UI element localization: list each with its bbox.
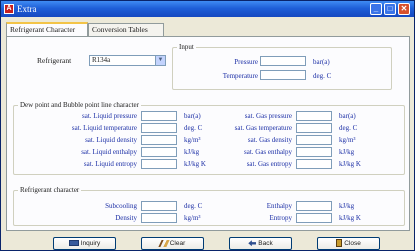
close-button-label: Close [344,240,361,247]
inquiry-button[interactable]: Inquiry [53,237,116,250]
refrigerant-value: R134a [92,56,111,64]
dew-bubble-group: Dew point and Bubble point line characte… [13,101,405,175]
tab-refrigerant-character[interactable]: Refrigerant Character [6,22,88,36]
refrigerant-label: Refrigerant [37,56,72,65]
liquid-enthalpy-unit: kJ/kg [184,148,200,156]
temperature-label: Temperature [222,72,258,80]
input-group: Input Pressure bar(a) Temperature deg. C [172,43,392,90]
liquid-enthalpy-label: sat. Liquid enthalpy [81,148,137,156]
gas-pressure-label: sat. Gas pressure [244,112,292,120]
gas-enthalpy-field[interactable] [296,147,332,157]
enthalpy-field[interactable] [296,201,332,211]
back-arrow-icon [248,240,257,247]
chevron-down-icon[interactable]: ▼ [155,56,165,65]
tab-panel: Refrigerant R134a ▼ Input Pressure bar(a… [6,36,410,231]
inquiry-icon [68,240,79,247]
temperature-input[interactable] [260,70,306,80]
broom-icon [158,239,170,247]
title-bar[interactable]: A Extra _ □ ✕ [1,1,414,17]
liquid-density-unit: kg/m³ [184,136,201,144]
liquid-pressure-unit: bar(a) [184,112,201,120]
gas-pressure-unit: bar(a) [339,112,356,120]
liquid-temperature-label: sat. Liquid temperature [71,124,137,132]
gas-density-unit: kg/m³ [339,136,356,144]
gas-temperature-label: sat. Gas temperature [234,124,292,132]
app-icon: A [4,4,14,14]
clear-button-label: Clear [169,240,186,247]
density-label: Density [115,214,137,222]
minimize-button[interactable]: _ [370,3,382,15]
inquiry-button-label: Inquiry [80,240,101,247]
subcooling-unit: deg. C [184,202,203,210]
entropy-field[interactable] [296,213,332,223]
liquid-density-label: sat. Liquid density [85,136,137,144]
liquid-enthalpy-field[interactable] [141,147,177,157]
refrigerant-character-title: Refrigerant character [18,186,82,195]
liquid-temperature-unit: deg. C [184,124,203,132]
gas-entropy-label: sat. Gas entropy [246,160,292,168]
gas-density-field[interactable] [296,135,332,145]
window-title: Extra [17,4,37,14]
liquid-entropy-label: sat. Liquid entropy [83,160,137,168]
pressure-input[interactable] [260,56,306,66]
extra-window: A Extra _ □ ✕ Refrigerant Character Conv… [0,0,415,251]
close-window-button[interactable]: ✕ [398,3,410,15]
subcooling-label: Subcooling [105,202,137,210]
gas-density-label: sat. Gas density [247,136,292,144]
subcooling-field[interactable] [141,201,177,211]
dew-bubble-group-title: Dew point and Bubble point line characte… [18,101,141,110]
input-group-title: Input [177,43,196,52]
liquid-entropy-unit: kJ/kg K [184,160,206,168]
refrigerant-character-group: Refrigerant character Subcooling deg. C … [13,186,405,226]
entropy-unit: kJ/kg K [339,214,361,222]
maximize-button[interactable]: □ [384,3,396,15]
enthalpy-unit: kJ/kg [339,202,355,210]
gas-pressure-field[interactable] [296,111,332,121]
temperature-unit: deg. C [313,72,332,80]
door-icon [336,239,343,248]
gas-temperature-field[interactable] [296,123,332,133]
liquid-entropy-field[interactable] [141,159,177,169]
close-button[interactable]: Close [317,237,380,250]
density-field[interactable] [141,213,177,223]
gas-enthalpy-label: sat. Gas enthalpy [243,148,292,156]
enthalpy-label: Enthalpy [266,202,292,210]
liquid-temperature-field[interactable] [141,123,177,133]
back-button[interactable]: Back [229,237,292,250]
tab-conversion-tables[interactable]: Conversion Tables [88,23,164,36]
back-button-label: Back [258,240,273,247]
liquid-pressure-field[interactable] [141,111,177,121]
gas-entropy-unit: kJ/kg K [339,160,361,168]
pressure-label: Pressure [234,58,258,66]
density-unit: kg/m³ [184,214,201,222]
liquid-density-field[interactable] [141,135,177,145]
refrigerant-select[interactable]: R134a ▼ [89,55,166,66]
entropy-label: Entropy [269,214,292,222]
liquid-pressure-label: sat. Liquid pressure [81,112,137,120]
gas-temperature-unit: deg. C [339,124,358,132]
pressure-unit: bar(a) [313,58,330,66]
clear-button[interactable]: Clear [141,237,204,250]
gas-entropy-field[interactable] [296,159,332,169]
gas-enthalpy-unit: kJ/kg [339,148,355,156]
